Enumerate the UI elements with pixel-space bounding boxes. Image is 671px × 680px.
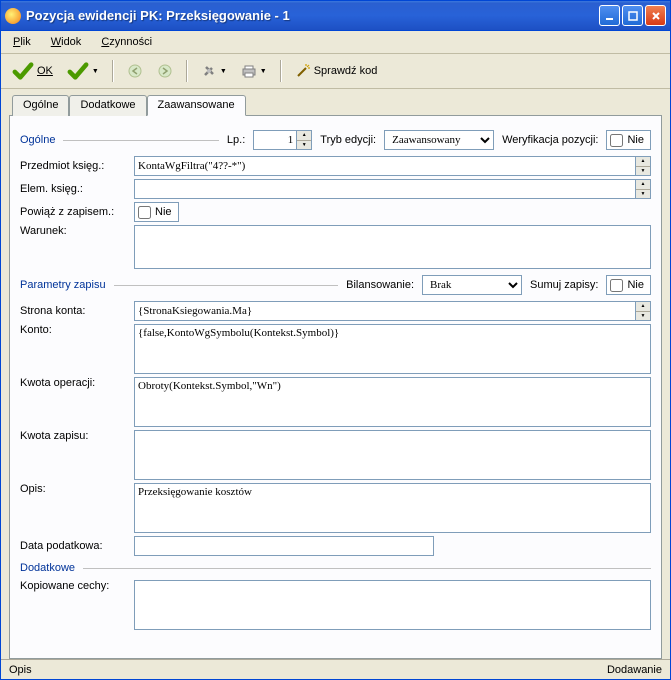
- tab-dodatkowe[interactable]: Dodatkowe: [69, 95, 146, 116]
- kwota-op-textarea[interactable]: Obroty(Kontekst.Symbol,"Wn"): [134, 377, 651, 427]
- status-left: Opis: [9, 664, 607, 676]
- warunek-label: Warunek:: [20, 225, 128, 237]
- status-right: Dodawanie: [607, 664, 662, 676]
- sumuj-label: Sumuj zapisy:: [530, 279, 598, 291]
- window-title: Pozycja ewidencji PK: Przeksięgowanie - …: [26, 8, 599, 23]
- strona-input[interactable]: [134, 301, 636, 321]
- lp-input[interactable]: [253, 130, 297, 150]
- app-icon: [5, 8, 21, 24]
- checkmark-icon: [67, 61, 89, 81]
- strona-label: Strona konta:: [20, 305, 128, 317]
- sprawdz-kod-button[interactable]: Sprawdź kod: [290, 60, 383, 82]
- wand-icon: [295, 63, 311, 79]
- bilansowanie-label: Bilansowanie:: [346, 279, 414, 291]
- kwota-zap-label: Kwota zapisu:: [20, 430, 128, 442]
- printer-icon: [241, 63, 257, 79]
- konto-label: Konto:: [20, 324, 128, 336]
- opis-label: Opis:: [20, 483, 128, 495]
- weryfikacja-label: Weryfikacja pozycji:: [502, 134, 598, 146]
- apply-button[interactable]: ▼: [62, 58, 104, 84]
- strona-spinner[interactable]: ▲▼: [636, 301, 651, 321]
- arrow-right-icon: [157, 63, 173, 79]
- minimize-button[interactable]: [599, 5, 620, 26]
- powiaz-checkbox[interactable]: Nie: [134, 202, 179, 222]
- nav-back-button[interactable]: [122, 60, 148, 82]
- kwota-op-label: Kwota operacji:: [20, 377, 128, 389]
- gear-icon: [201, 63, 217, 79]
- warunek-textarea[interactable]: [134, 225, 651, 269]
- menu-plik[interactable]: Plik: [9, 34, 35, 50]
- tab-page: Ogólne Lp.: ▲▼ Tryb edycji: Zaawansowany…: [9, 115, 662, 659]
- bilansowanie-select[interactable]: Brak: [422, 275, 522, 295]
- arrow-left-icon: [127, 63, 143, 79]
- kopiowane-textarea[interactable]: [134, 580, 651, 630]
- powiaz-label: Powiąż z zapisem.:: [20, 206, 128, 218]
- spin-up-icon[interactable]: ▲: [297, 131, 311, 141]
- tryb-select[interactable]: Zaawansowany: [384, 130, 494, 150]
- group-dodatkowe: Dodatkowe: [20, 562, 75, 574]
- kwota-zap-textarea[interactable]: [134, 430, 651, 480]
- nav-forward-button[interactable]: [152, 60, 178, 82]
- przedmiot-label: Przedmiot księg.:: [20, 160, 128, 172]
- data-pod-label: Data podatkowa:: [20, 540, 128, 552]
- tab-zaawansowane[interactable]: Zaawansowane: [147, 95, 246, 116]
- tryb-label: Tryb edycji:: [320, 134, 376, 146]
- przedmiot-spinner[interactable]: ▲▼: [636, 156, 651, 176]
- group-parametry: Parametry zapisu: [20, 279, 106, 291]
- menu-czynnosci[interactable]: Czynności: [97, 34, 156, 50]
- lp-spinner[interactable]: ▲▼: [297, 130, 312, 150]
- toolbar: OK ▼ ▼ ▼ Sprawdź kod: [1, 54, 670, 89]
- statusbar: Opis Dodawanie: [1, 659, 670, 679]
- chevron-down-icon: ▼: [220, 68, 227, 75]
- elem-label: Elem. księg.:: [20, 183, 128, 195]
- tabs: Ogólne Dodatkowe Zaawansowane: [9, 95, 662, 116]
- menubar: Plik Widok Czynności: [1, 31, 670, 54]
- przedmiot-input[interactable]: [134, 156, 636, 176]
- opis-textarea[interactable]: Przeksięgowanie kosztów: [134, 483, 651, 533]
- elem-spinner[interactable]: ▲▼: [636, 179, 651, 199]
- print-button[interactable]: ▼: [236, 60, 272, 82]
- elem-input[interactable]: [134, 179, 636, 199]
- tab-ogolne[interactable]: Ogólne: [12, 95, 69, 116]
- lp-label: Lp.:: [227, 134, 245, 146]
- menu-widok[interactable]: Widok: [47, 34, 86, 50]
- maximize-button[interactable]: [622, 5, 643, 26]
- sumuj-checkbox[interactable]: Nie: [606, 275, 651, 295]
- chevron-down-icon: ▼: [260, 68, 267, 75]
- titlebar: Pozycja ewidencji PK: Przeksięgowanie - …: [1, 1, 670, 31]
- tools-button[interactable]: ▼: [196, 60, 232, 82]
- weryfikacja-checkbox[interactable]: Nie: [606, 130, 651, 150]
- konto-textarea[interactable]: {false,KontoWgSymbolu(Kontekst.Symbol)}: [134, 324, 651, 374]
- data-pod-input[interactable]: [134, 536, 434, 556]
- checkmark-icon: [12, 61, 34, 81]
- spin-down-icon[interactable]: ▼: [297, 141, 311, 150]
- group-ogolne: Ogólne: [20, 134, 55, 146]
- chevron-down-icon: ▼: [92, 68, 99, 75]
- kopiowane-label: Kopiowane cechy:: [20, 580, 128, 592]
- close-button[interactable]: [645, 5, 666, 26]
- ok-button[interactable]: OK: [7, 58, 58, 84]
